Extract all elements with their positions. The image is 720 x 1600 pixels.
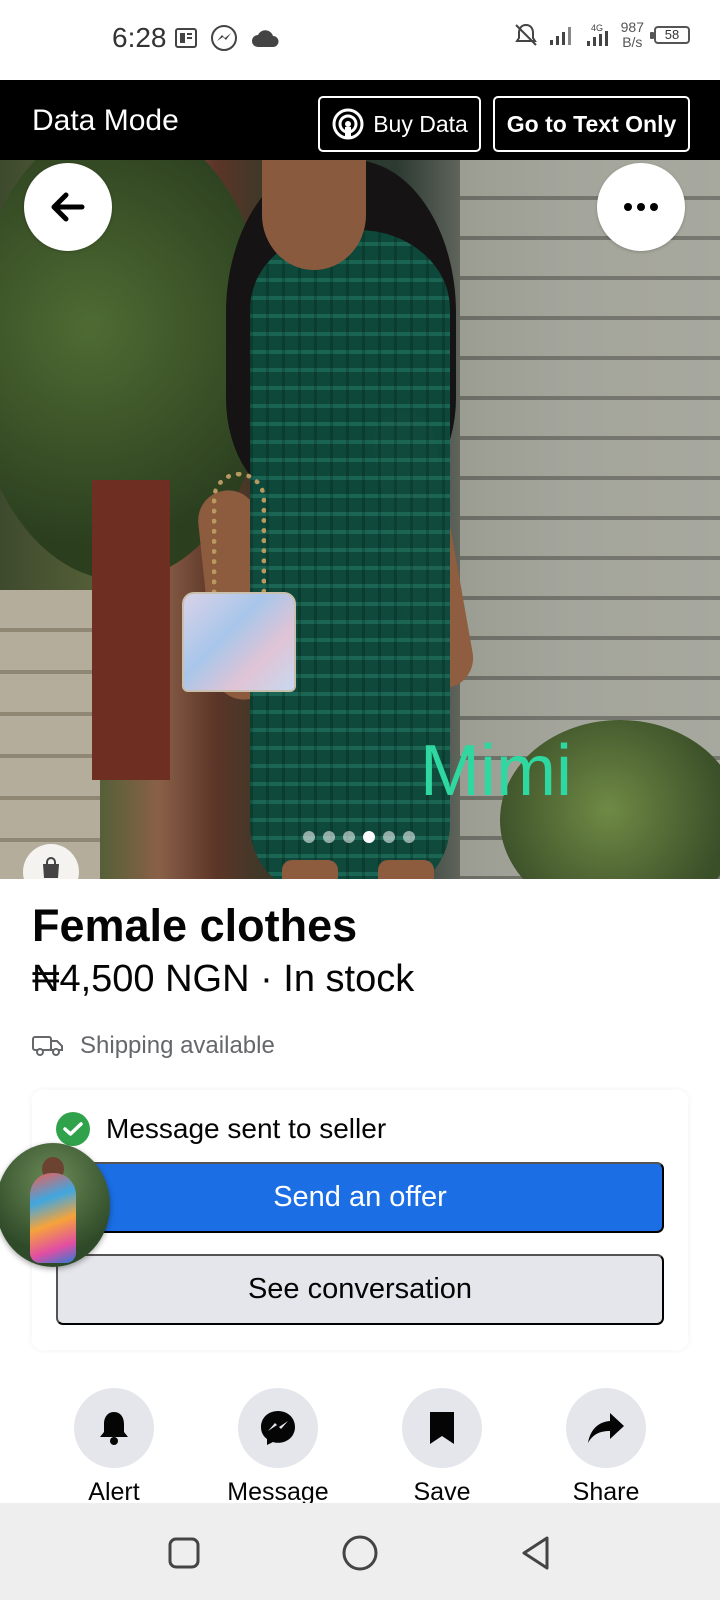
send-offer-button[interactable]: Send an offer: [56, 1162, 664, 1233]
broadcast-icon: [332, 108, 364, 140]
carousel-dot[interactable]: [363, 831, 375, 843]
action-row: Alert Message Save Share: [0, 1388, 720, 1506]
product-photo[interactable]: Mimi: [0, 160, 720, 879]
carousel-dot[interactable]: [343, 831, 355, 843]
buy-data-label: Buy Data: [373, 110, 468, 137]
photo-person-leg: [378, 860, 434, 879]
carousel-dot[interactable]: [323, 831, 335, 843]
photo-watermark: Mimi: [420, 731, 572, 811]
triangle-back-icon: [522, 1536, 549, 1570]
net-speed-unit: B/s: [622, 34, 643, 50]
data-mode-bar: Data Mode Buy Data Go to Text Only: [0, 80, 720, 160]
more-options-button[interactable]: [597, 163, 685, 251]
see-conversation-button[interactable]: See conversation: [56, 1254, 664, 1325]
messenger-status-icon: [211, 25, 237, 51]
notifications-muted-icon: [514, 23, 537, 46]
status-time: 6:28: [112, 22, 167, 53]
shipping-row: Shipping available: [32, 1032, 275, 1060]
news-app-icon: [175, 28, 197, 48]
message-action[interactable]: Message: [208, 1388, 348, 1507]
messenger-icon: [238, 1388, 318, 1468]
message-sent-label: Message sent to seller: [106, 1113, 387, 1144]
cloud-icon: [252, 30, 279, 47]
check-circle-icon: [56, 1112, 90, 1146]
photo-handbag: [182, 592, 296, 692]
buy-data-button[interactable]: Buy Data: [318, 96, 481, 152]
share-action[interactable]: Share: [536, 1388, 676, 1507]
signal-icon: [549, 27, 571, 45]
chat-head-avatar[interactable]: [0, 1143, 110, 1267]
message-sent-status: Message sent to seller: [56, 1112, 386, 1146]
photo-person-leg: [282, 860, 338, 879]
photo-stone-wall: [0, 590, 100, 879]
status-bar: 6:28 4G 987 B/s 58: [0, 0, 720, 80]
svg-text:4G: 4G: [591, 23, 603, 33]
carousel-dots: [303, 831, 415, 843]
price-availability: ₦4,500 NGN · In stock: [32, 958, 415, 1000]
bookmark-icon: [402, 1388, 482, 1468]
arrow-left-icon: [51, 192, 85, 222]
status-right-icons: 4G 987 B/s 58: [513, 20, 690, 50]
back-nav-button[interactable]: [514, 1531, 558, 1575]
photo-handbag-strap: [212, 472, 266, 602]
home-button[interactable]: [338, 1531, 382, 1575]
status-left-icons: [174, 24, 280, 52]
signal-4g-icon: 4G: [586, 23, 608, 46]
carousel-dot[interactable]: [303, 831, 315, 843]
product-title: Female clothes: [32, 900, 358, 951]
carousel-dot[interactable]: [383, 831, 395, 843]
photo-person-face: [262, 160, 366, 270]
bell-icon: [74, 1388, 154, 1468]
battery-icon: 58: [650, 26, 690, 44]
share-arrow-icon: [566, 1388, 646, 1468]
data-mode-title: Data Mode: [32, 104, 179, 137]
back-button[interactable]: [24, 163, 112, 251]
go-to-text-only-button[interactable]: Go to Text Only: [493, 96, 690, 152]
system-nav-bar: [0, 1503, 720, 1600]
carousel-dot[interactable]: [403, 831, 415, 843]
circle-icon: [342, 1535, 378, 1571]
net-speed: 987 B/s: [621, 20, 644, 50]
shopping-bag-icon: [43, 857, 59, 878]
photo-brick-column: [92, 480, 170, 780]
alert-action[interactable]: Alert: [44, 1388, 184, 1507]
text-only-label: Go to Text Only: [506, 110, 677, 137]
more-dots-icon: [624, 203, 658, 211]
recent-apps-button[interactable]: [162, 1531, 206, 1575]
save-action[interactable]: Save: [372, 1388, 512, 1507]
shipping-label: Shipping available: [80, 1032, 275, 1059]
square-icon: [168, 1537, 200, 1569]
avatar-figure: [30, 1173, 76, 1263]
shop-bag-chip[interactable]: [23, 844, 79, 900]
net-speed-value: 987: [620, 19, 644, 35]
delivery-truck-icon: [32, 1036, 63, 1056]
